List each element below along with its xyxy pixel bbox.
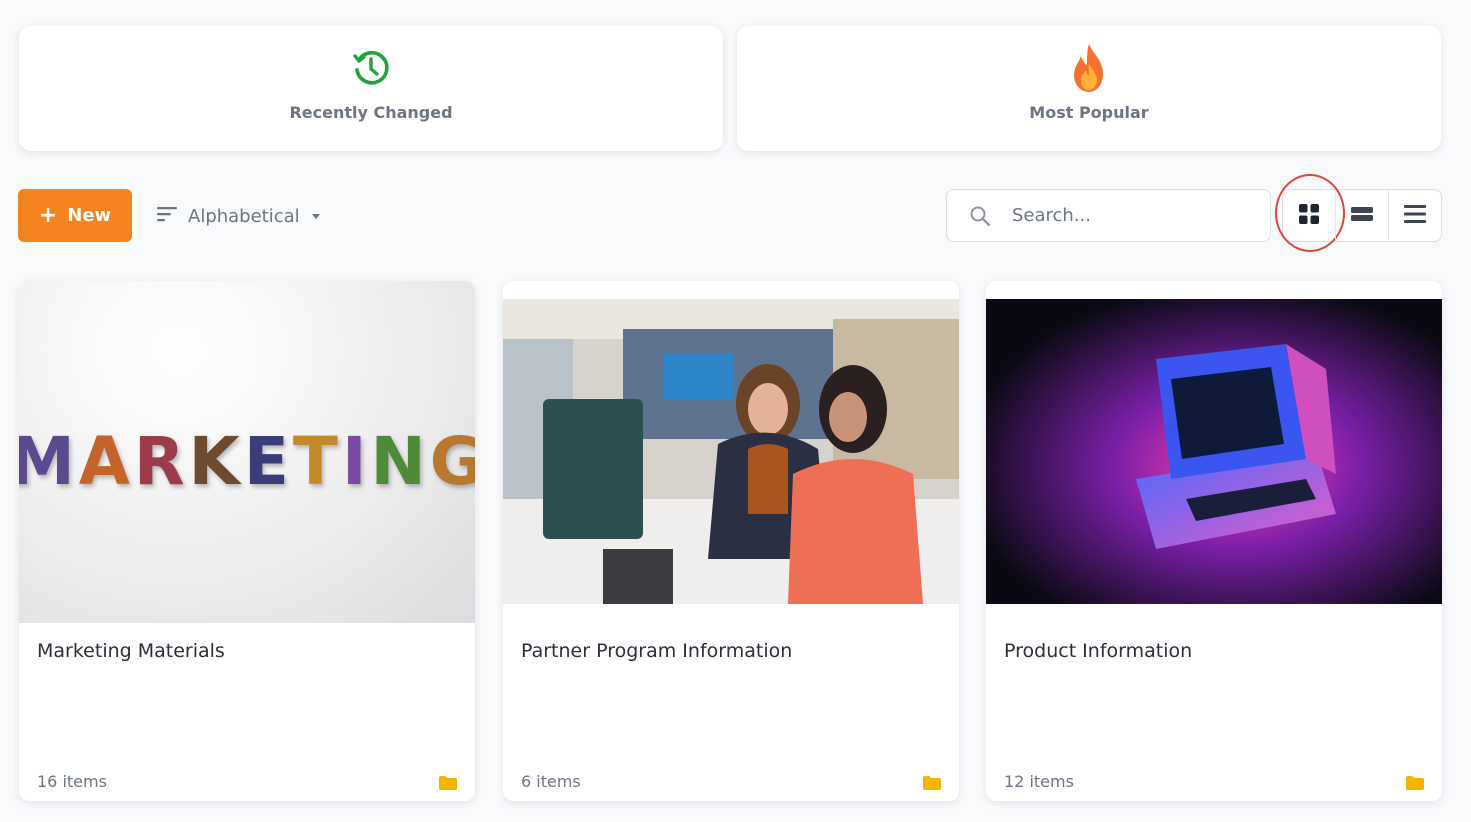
clock-history-icon [348,43,394,93]
most-popular-label: Most Popular [1029,103,1149,122]
view-toggle-group [1275,174,1442,252]
chevron-down-icon [311,213,320,219]
new-button-label: New [67,205,112,226]
folder-item-count: 12 items [1004,772,1074,791]
grid-view-button[interactable] [1275,174,1345,252]
sort-dropdown[interactable]: Alphabetical [156,196,320,236]
search-icon [968,204,992,228]
fire-icon [1066,43,1112,93]
sort-icon [156,205,178,228]
most-popular-card[interactable]: Most Popular [737,26,1441,151]
folder-card[interactable]: M A R K E T I N G Marketing Materials 16… [19,281,475,801]
folder-title: Marketing Materials [37,640,225,662]
search-box[interactable] [946,189,1271,242]
folder-icon [1406,775,1424,790]
folder-thumbnail [503,299,959,604]
recently-changed-label: Recently Changed [289,103,453,122]
folder-title: Partner Program Information [521,640,793,662]
folder-icon [923,775,941,790]
list-view-icon [1403,204,1427,228]
sort-label: Alphabetical [188,205,300,227]
folder-thumbnail: M A R K E T I N G [19,281,475,623]
card-view-icon [1350,205,1374,227]
marketing-word-art: M A R K E T I N G [19,422,475,500]
search-input[interactable] [1012,205,1262,226]
folder-card[interactable]: Product Information 12 items [986,281,1442,801]
folder-item-count: 6 items [521,772,581,791]
folder-thumbnail [986,299,1442,604]
recently-changed-card[interactable]: Recently Changed [19,26,723,151]
folder-card[interactable]: Partner Program Information 6 items [503,281,959,801]
new-button[interactable]: + New [18,189,132,242]
grid-view-icon [1298,203,1320,229]
plus-icon: + [38,202,58,228]
card-view-button[interactable] [1335,190,1388,241]
folder-title: Product Information [1004,640,1193,662]
list-view-button[interactable] [1388,190,1441,241]
folder-icon [439,775,457,790]
folder-item-count: 16 items [37,772,107,791]
